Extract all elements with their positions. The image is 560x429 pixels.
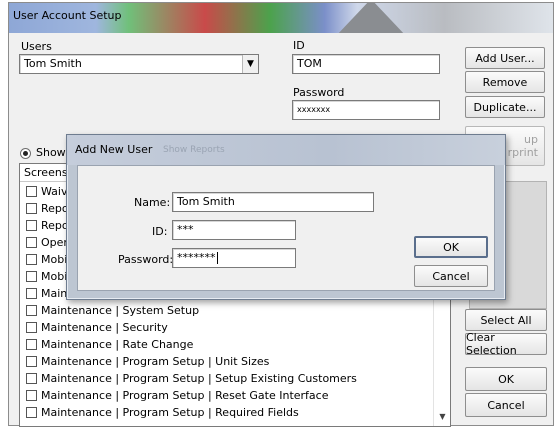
list-item-label: Maintenance | Security [41,321,168,334]
selected-user-text: Tom Smith [24,57,82,70]
checkbox[interactable] [26,220,37,231]
setup-fingerprint-label-1: up [524,133,538,146]
checkbox[interactable] [26,390,37,401]
list-item[interactable]: Maintenance | Rate Change [20,336,450,353]
list-item-label: Maintenance | Program Setup | Reset Gate… [41,389,329,402]
password-label: Password [293,86,345,99]
checkbox[interactable] [26,271,37,282]
checkbox[interactable] [26,288,37,299]
dialog-id-label: ID: [152,225,168,238]
select-all-button[interactable]: Select All [465,309,547,331]
id-value: TOM [297,57,322,70]
text-caret-icon [216,252,218,264]
list-item[interactable]: Maintenance | Program Setup | Reset Gate… [20,387,450,404]
add-user-button[interactable]: Add User... [465,47,545,69]
list-item-label: Maintenance | System Setup [41,304,200,317]
show-label: Show [36,146,66,159]
users-combobox[interactable]: Tom Smith ▼ [19,54,259,74]
checkbox[interactable] [26,322,37,333]
list-item-label: Mobi [41,270,68,283]
checkbox[interactable] [26,373,37,384]
id-field[interactable]: TOM [292,54,440,74]
dialog-id-field[interactable]: *** [172,220,296,240]
checkbox[interactable] [26,203,37,214]
remove-button[interactable]: Remove [465,71,545,93]
setup-fingerprint-label-2: rprint [507,146,538,159]
scroll-down-icon[interactable]: ▼ [434,412,450,426]
name-label: Name: [134,196,171,209]
cancel-button[interactable]: Cancel [465,393,547,417]
add-new-user-dialog: Add New User Show Reports Name: Tom Smit… [66,134,506,300]
checkbox[interactable] [26,254,37,265]
list-item-label: Main [41,287,68,300]
list-item-label: Maintenance | Program Setup | Required F… [41,406,299,419]
checkbox[interactable] [26,407,37,418]
list-item-label: Repo [41,219,69,232]
dialog-title: Add New User [75,143,153,156]
checkbox[interactable] [26,237,37,248]
list-item[interactable]: Maintenance | Program Setup | Required F… [20,404,450,421]
password-value: xxxxxxx [297,105,331,114]
clear-selection-button[interactable]: Clear Selection [465,331,547,357]
list-item[interactable]: Maintenance | Program Setup | Unit Sizes [20,353,450,370]
checkbox[interactable] [26,339,37,350]
checkbox[interactable] [26,186,37,197]
dialog-body: Name: Tom Smith ID: *** Password: ******… [77,165,495,291]
users-label: Users [21,40,52,53]
name-value: Tom Smith [177,195,235,208]
list-item[interactable]: Maintenance | System Setup [20,302,450,319]
checkbox[interactable] [26,356,37,367]
list-item-label: Maintenance | Program Setup | Unit Sizes [41,355,270,368]
list-item-label: Maintenance | Program Setup | Setup Exis… [41,372,357,385]
show-radio[interactable] [20,148,31,159]
list-item[interactable]: Maintenance | Program Setup | Setup Exis… [20,370,450,387]
list-item-label: Repo [41,202,69,215]
duplicate-button[interactable]: Duplicate... [465,96,545,118]
window-titlebar[interactable]: User Account Setup [9,3,553,33]
list-item[interactable]: Maintenance | Security [20,319,450,336]
checkbox[interactable] [26,305,37,316]
dialog-password-label: Password: [118,253,174,266]
password-field[interactable]: xxxxxxx [292,100,440,120]
name-field[interactable]: Tom Smith [172,192,374,212]
dialog-password-field[interactable]: ******* [172,248,296,268]
dialog-cancel-button[interactable]: Cancel [414,265,488,287]
list-item-label: Waiv [41,185,68,198]
list-item-label: Mobi [41,253,68,266]
ok-button[interactable]: OK [465,367,547,391]
dialog-id-value: *** [177,223,194,236]
dialog-title-ghost-text: Show Reports [163,145,225,155]
screens-header-label: Screens [24,166,68,179]
list-item-label: Maintenance | Rate Change [41,338,194,351]
window-title: User Account Setup [13,9,122,22]
chevron-down-icon[interactable]: ▼ [242,55,258,73]
dialog-ok-button[interactable]: OK [414,236,488,258]
dialog-titlebar[interactable]: Add New User Show Reports [67,135,505,165]
dialog-password-value: ******* [177,251,216,264]
titlebar-decoration [335,3,407,33]
id-label: ID [293,39,305,52]
